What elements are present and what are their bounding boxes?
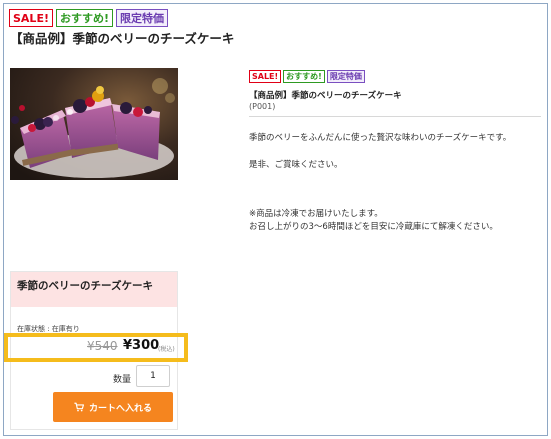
limited-price-badge: 限定特価: [116, 9, 169, 27]
cart-icon: [74, 402, 84, 412]
recommend-badge: おすすめ!: [283, 70, 325, 83]
product-image: [10, 68, 178, 180]
detail-product-title: 【商品例】季節のベリーのチーズケーキ: [249, 91, 402, 101]
description-line: 是非、ご賞味ください。: [249, 160, 343, 170]
add-to-cart-button[interactable]: カートへ入れる: [53, 392, 173, 422]
limited-price-badge: 限定特価: [326, 70, 365, 83]
purchase-card-header: 季節のベリーのチーズケーキ: [11, 272, 177, 307]
badge-group-detail: SALE! おすすめ! 限定特価: [249, 70, 365, 83]
sale-badge: SALE!: [249, 70, 282, 83]
badge-group-top: SALE! おすすめ! 限定特価: [9, 9, 169, 27]
cheesecake-photo-icon: [10, 68, 178, 180]
note-line: お召し上がりの3〜6時間ほどを目安に冷蔵庫にて解凍ください。: [249, 222, 498, 232]
quantity-label: 数量: [113, 375, 132, 385]
product-code: (P001): [249, 102, 276, 111]
quantity-input[interactable]: [136, 365, 170, 387]
price-highlight-box: [4, 333, 188, 362]
sale-badge: SALE!: [9, 9, 53, 27]
add-to-cart-label: カートへ入れる: [88, 403, 152, 414]
divider: [249, 116, 541, 117]
description-line: 季節のベリーをふんだんに使った贅沢な味わいのチーズケーキです。: [249, 133, 512, 143]
purchase-card-title: 季節のベリーのチーズケーキ: [17, 280, 153, 292]
note-line: ※商品は冷凍でお届けいたします。: [249, 209, 383, 219]
recommend-badge: おすすめ!: [55, 9, 114, 27]
product-heading: 【商品例】季節のベリーのチーズケーキ: [10, 31, 235, 46]
